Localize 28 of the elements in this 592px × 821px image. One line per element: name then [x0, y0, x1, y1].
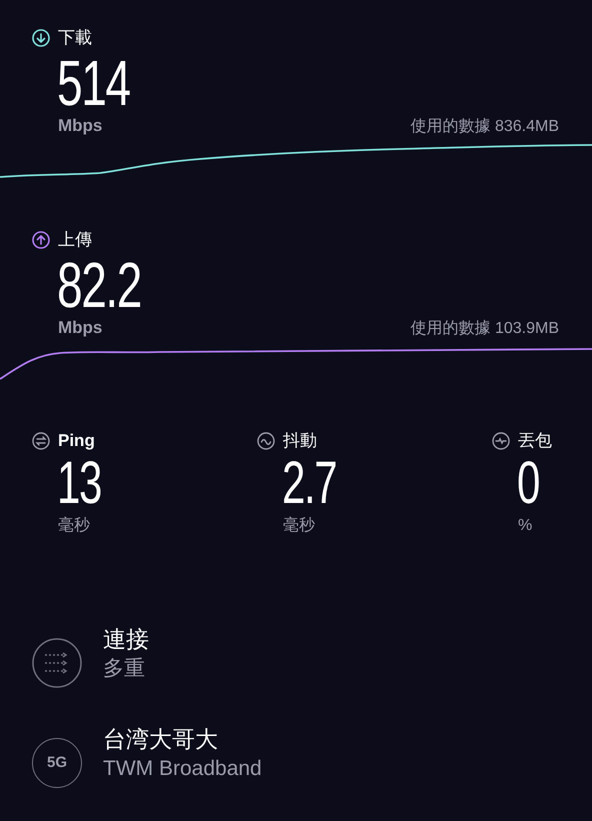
- detail-subtitle: 多重: [103, 656, 146, 682]
- wave-icon: [257, 432, 275, 450]
- pulse-icon: [492, 432, 510, 450]
- ping-icon: [32, 432, 50, 450]
- detail-title: 連接: [103, 625, 149, 654]
- download-icon: [32, 29, 50, 47]
- data-used: 使用的數據 836.4MB: [410, 117, 559, 137]
- metric-unit: %: [518, 517, 532, 534]
- metric-label: 抖動: [283, 430, 317, 452]
- speed-value: 514: [57, 51, 130, 115]
- metric-value: 2.7: [282, 452, 336, 514]
- arrows-icon: [32, 638, 82, 688]
- speed-label: 下載: [58, 27, 92, 49]
- speed-unit: Mbps: [58, 317, 102, 339]
- speed-label: 上傳: [58, 229, 92, 251]
- detail-subtitle: TWM Broadband: [103, 756, 262, 782]
- metric-label: Ping: [58, 430, 95, 452]
- speed-value: 82.2: [57, 253, 141, 317]
- metric-label: 丟包: [518, 430, 552, 452]
- metric-unit: 毫秒: [58, 517, 90, 534]
- network-badge: 5G: [32, 738, 82, 788]
- speed-unit: Mbps: [58, 115, 102, 137]
- metric-unit: 毫秒: [283, 517, 315, 534]
- detail-title: 台湾大哥大: [103, 725, 219, 754]
- metric-value: 13: [57, 452, 101, 514]
- upload-icon: [32, 231, 50, 249]
- data-used: 使用的數據 103.9MB: [410, 319, 559, 339]
- metric-value: 0: [517, 452, 539, 514]
